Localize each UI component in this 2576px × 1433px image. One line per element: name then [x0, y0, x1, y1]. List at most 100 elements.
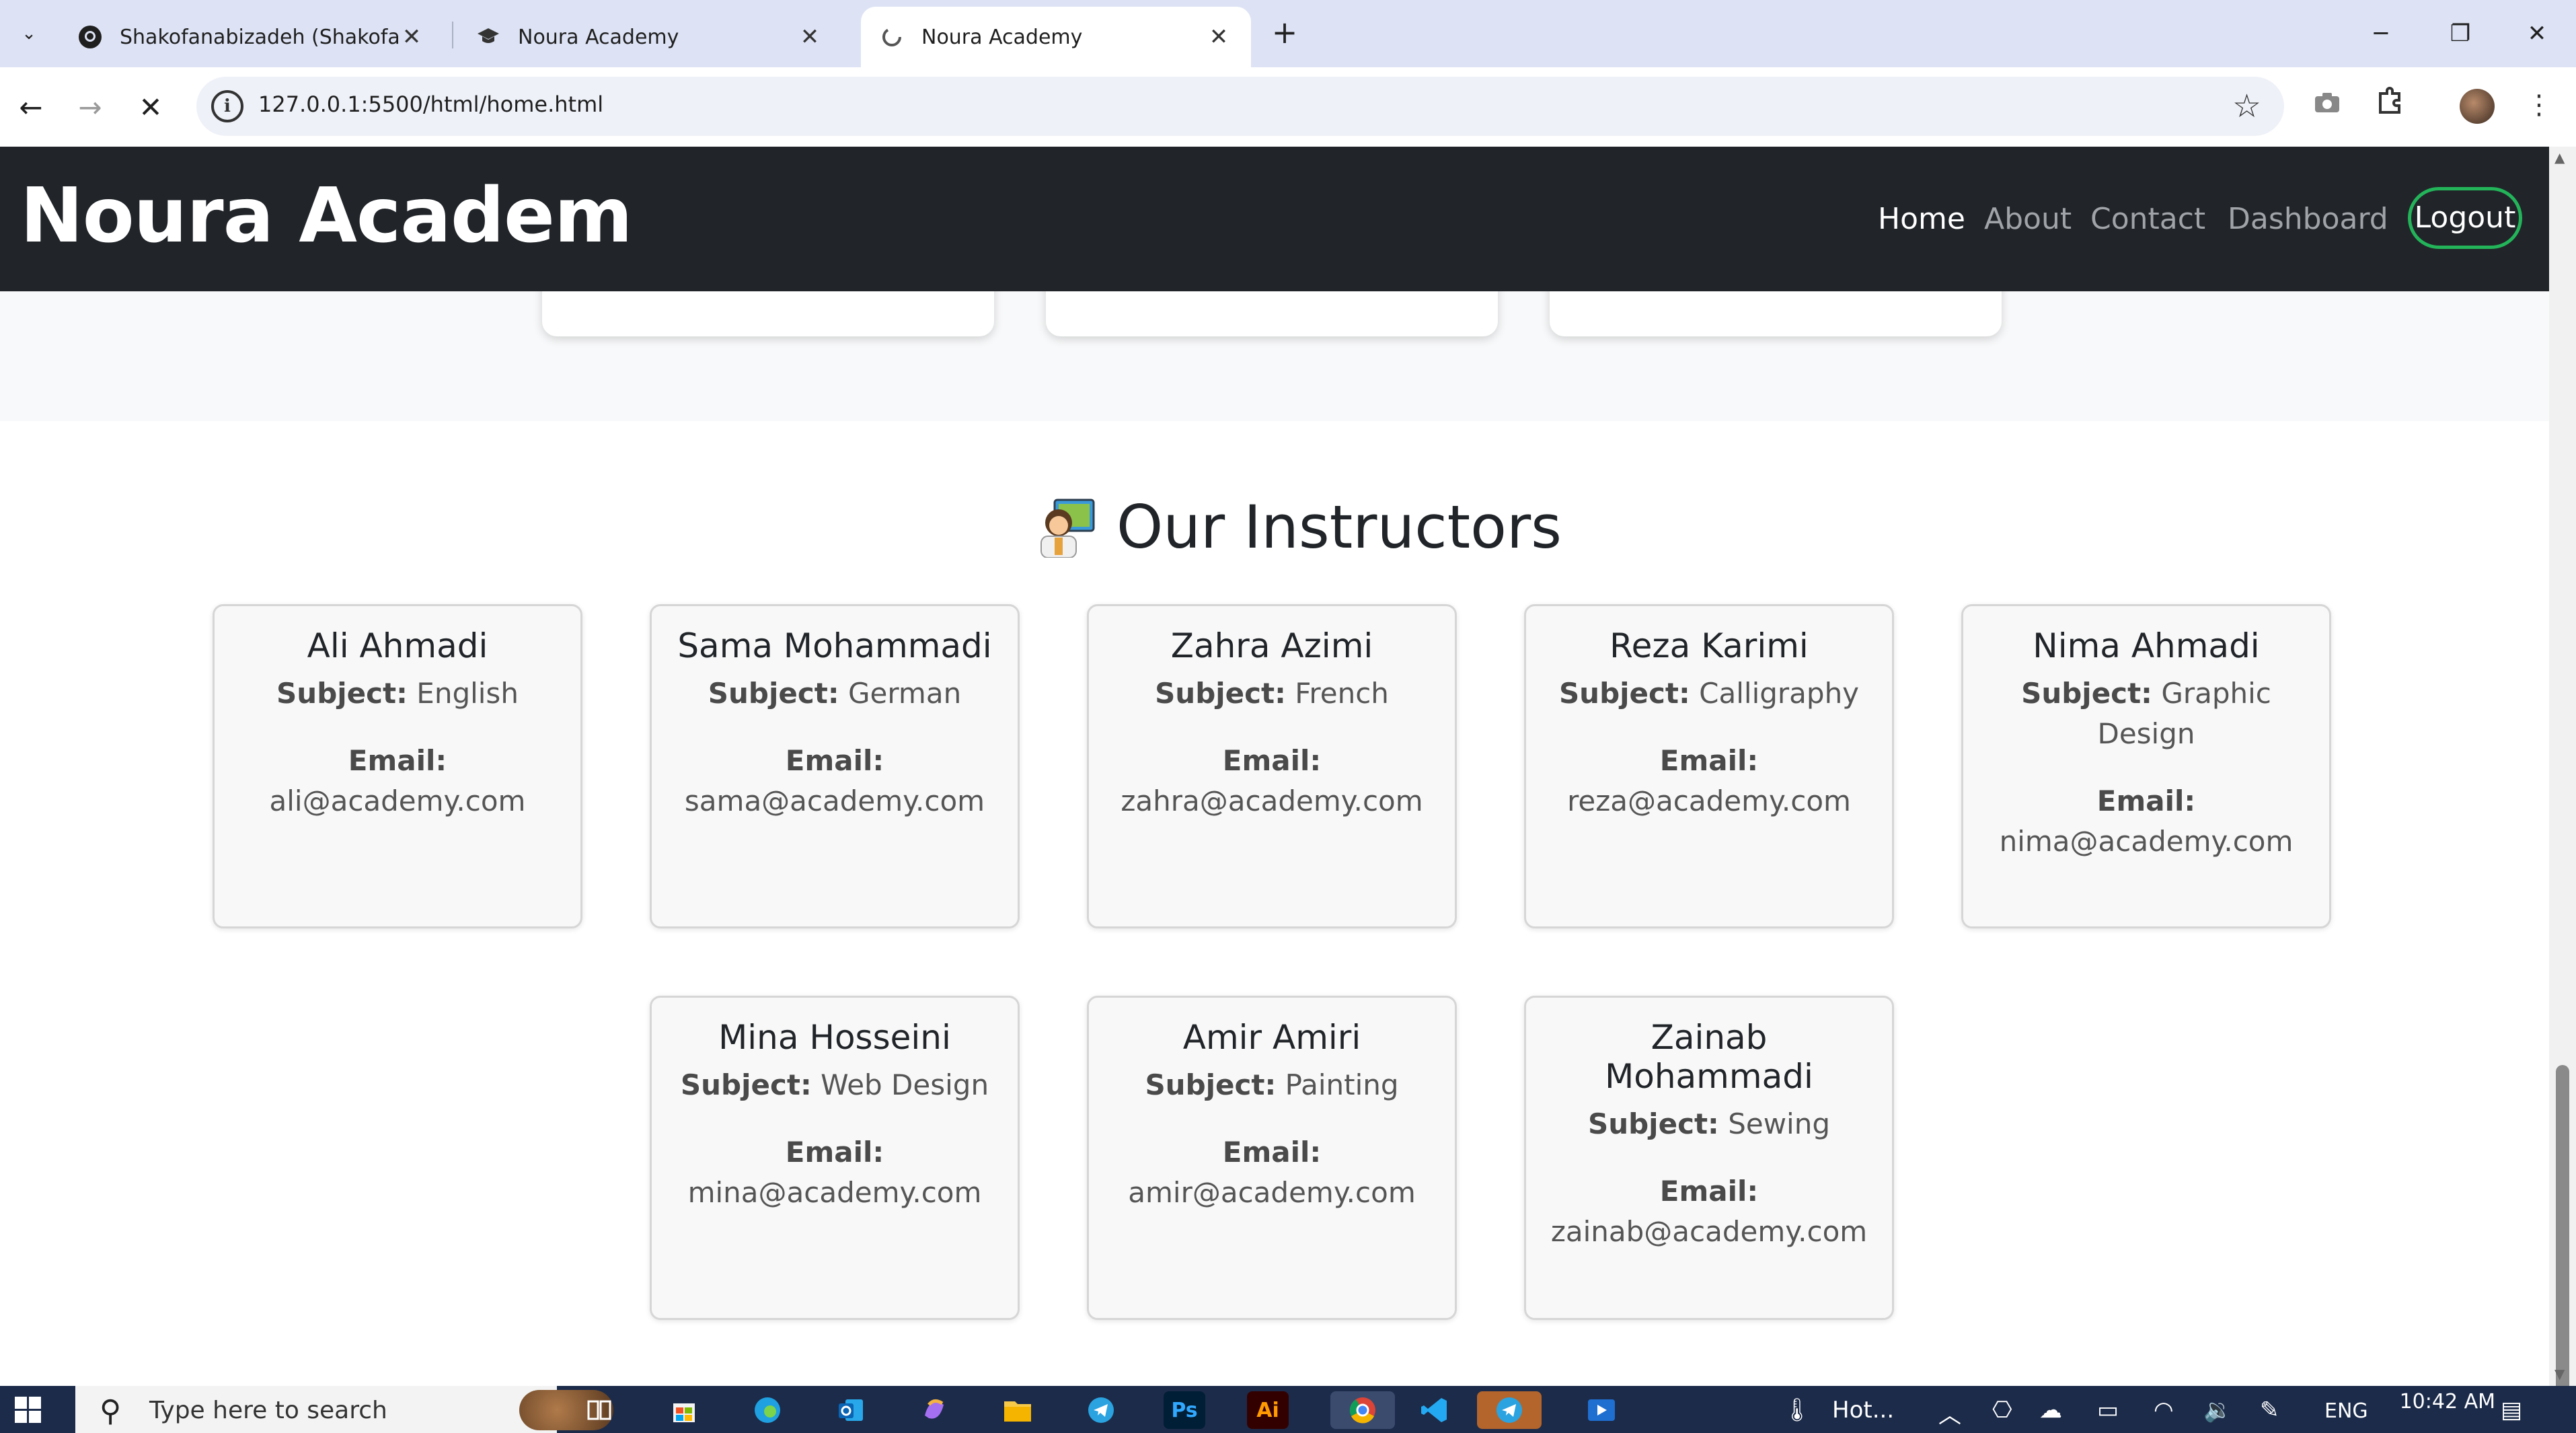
instructor-email: mina@academy.com: [687, 1176, 982, 1209]
subject-label: Subject:: [1558, 677, 1690, 710]
edge-icon[interactable]: [747, 1391, 788, 1429]
onedrive-icon[interactable]: ☁: [2039, 1397, 2062, 1424]
weather-text[interactable]: Hot...: [1832, 1397, 1894, 1424]
subject-label: Subject:: [680, 1068, 812, 1101]
telegram-active-icon[interactable]: [1477, 1391, 1542, 1429]
menu-kebab-icon[interactable]: ⋮: [2519, 85, 2559, 125]
tab-title: Shakofanabizadeh (Shakofa_Na: [120, 25, 398, 49]
browser-tab-github[interactable]: Shakofanabizadeh (Shakofa_Na ✕: [59, 7, 444, 67]
stop-loading-icon[interactable]: ✕: [130, 87, 171, 128]
instructor-subject: Subject: Sewing: [1542, 1104, 1876, 1144]
back-arrow-icon[interactable]: ←: [11, 87, 51, 128]
language-indicator[interactable]: ENG: [2324, 1399, 2368, 1423]
subject-label: Subject:: [1155, 677, 1286, 710]
browser-tab-noura-1[interactable]: Noura Academy ✕: [457, 7, 842, 67]
instructor-subject: Subject: French: [1105, 673, 1439, 714]
instructor-subject: Subject: English: [231, 673, 564, 714]
telegram-icon[interactable]: [1080, 1391, 1122, 1429]
instructor-card: Nima Ahmadi Subject: Graphic Design Emai…: [1961, 604, 2331, 928]
chrome-icon[interactable]: [1330, 1391, 1395, 1429]
url-text[interactable]: 127.0.0.1:5500/html/home.html: [258, 91, 603, 117]
close-icon[interactable]: ✕: [1205, 24, 1232, 50]
outlook-icon[interactable]: [830, 1391, 872, 1429]
bookmark-star-icon[interactable]: ☆: [2232, 87, 2261, 125]
pen-icon[interactable]: ✎: [2260, 1397, 2279, 1424]
subject-value: Painting: [1285, 1068, 1399, 1101]
camera-icon[interactable]: [2307, 85, 2347, 125]
nav-link-dashboard[interactable]: Dashboard: [2228, 202, 2388, 236]
site-navbar: Noura Academ Home About Contact Dashboar…: [0, 147, 2549, 291]
close-icon[interactable]: ✕: [796, 24, 823, 50]
logout-button[interactable]: Logout: [2408, 187, 2522, 249]
system-clock[interactable]: 10:42 AM: [2374, 1390, 2495, 1414]
email-label: Email:: [1659, 1175, 1759, 1208]
tab-title: Noura Academy: [518, 25, 679, 49]
restore-icon[interactable]: ❐: [2440, 15, 2480, 52]
subject-value: English: [416, 677, 519, 710]
tab-title: Noura Academy: [921, 25, 1083, 49]
copilot-icon[interactable]: [913, 1391, 955, 1429]
windows-start-icon[interactable]: [15, 1397, 42, 1424]
page-scrollbar[interactable]: ▲ ▼: [2549, 147, 2576, 1433]
site-brand[interactable]: Noura Academ: [20, 172, 633, 260]
file-explorer-icon[interactable]: [997, 1391, 1038, 1429]
instructor-name: Ali Ahmadi: [307, 626, 488, 665]
page-viewport: Noura Academ Home About Contact Dashboar…: [0, 147, 2549, 1386]
loading-icon: [880, 25, 904, 49]
instructor-name: Mina Hosseini: [718, 1018, 951, 1057]
microsoft-store-icon[interactable]: [663, 1391, 705, 1429]
nav-link-about[interactable]: About: [1984, 202, 2072, 236]
battery-icon[interactable]: ▭: [2097, 1397, 2119, 1424]
email-label: Email:: [785, 1136, 884, 1169]
instructor-card: Mina Hosseini Subject: Web Design Email:…: [650, 996, 1020, 1320]
weather-thermometer-icon[interactable]: 🌡: [1782, 1397, 1811, 1424]
instructor-email: zainab@academy.com: [1550, 1215, 1868, 1248]
taskbar-search[interactable]: ⚲ Type here to search: [75, 1386, 613, 1433]
extensions-puzzle-icon[interactable]: [2370, 85, 2411, 125]
new-tab-icon[interactable]: +: [1266, 15, 1303, 52]
photoshop-icon[interactable]: Ps: [1164, 1391, 1205, 1429]
instructor-name: Amir Amiri: [1182, 1018, 1361, 1057]
nav-link-contact[interactable]: Contact: [2090, 202, 2205, 236]
email-label: Email:: [1659, 744, 1759, 777]
chevron-up-icon[interactable]: ︿: [1938, 1397, 1961, 1430]
subject-label: Subject:: [1145, 1068, 1277, 1101]
nav-link-home[interactable]: Home: [1878, 202, 1965, 236]
browser-tab-noura-active[interactable]: Noura Academy ✕: [861, 7, 1251, 67]
subject-value: Sewing: [1728, 1107, 1831, 1140]
profile-avatar[interactable]: [2460, 89, 2495, 124]
tab-divider: [452, 22, 453, 48]
tab-search-dropdown-icon[interactable]: ⌄: [12, 17, 46, 50]
notifications-icon[interactable]: ▤: [2501, 1397, 2522, 1424]
volume-icon[interactable]: 🔉: [2203, 1397, 2232, 1424]
instructor-email: zahra@academy.com: [1121, 784, 1423, 817]
task-view-icon[interactable]: [578, 1391, 620, 1429]
scroll-up-icon[interactable]: ▲: [2554, 149, 2565, 166]
forward-arrow-icon[interactable]: →: [70, 87, 110, 128]
instructor-card: Reza Karimi Subject: Calligraphy Email: …: [1524, 604, 1894, 928]
media-player-icon[interactable]: [1581, 1391, 1622, 1429]
search-placeholder: Type here to search: [149, 1397, 387, 1424]
instructor-subject: Subject: Web Design: [668, 1065, 1001, 1105]
email-label: Email:: [785, 744, 884, 777]
wifi-icon[interactable]: ◠: [2154, 1397, 2174, 1424]
instructor-email: sama@academy.com: [684, 784, 985, 817]
address-bar[interactable]: i 127.0.0.1:5500/html/home.html ☆: [196, 77, 2284, 136]
email-label: Email:: [1222, 1136, 1322, 1169]
illustrator-icon[interactable]: Ai: [1247, 1391, 1289, 1429]
subject-value: German: [848, 677, 962, 710]
vscode-icon[interactable]: [1414, 1391, 1455, 1429]
window-close-icon[interactable]: ✕: [2517, 15, 2557, 52]
scroll-down-icon[interactable]: ▼: [2554, 1366, 2565, 1382]
instructor-name: Nima Ahmadi: [2033, 626, 2260, 665]
site-info-icon[interactable]: i: [211, 90, 243, 122]
instructor-subject: Subject: Calligraphy: [1542, 673, 1876, 714]
meet-icon[interactable]: ⎔: [1992, 1397, 2012, 1424]
minimize-icon[interactable]: ─: [2361, 15, 2401, 52]
subject-label: Subject:: [276, 677, 408, 710]
instructor-subject: Subject: Graphic Design: [1979, 673, 2313, 754]
instructor-card: Amir Amiri Subject: Painting Email: amir…: [1087, 996, 1457, 1320]
subject-label: Subject:: [708, 677, 839, 710]
close-icon[interactable]: ✕: [398, 24, 425, 50]
instructor-name: Zahra Azimi: [1170, 626, 1373, 665]
